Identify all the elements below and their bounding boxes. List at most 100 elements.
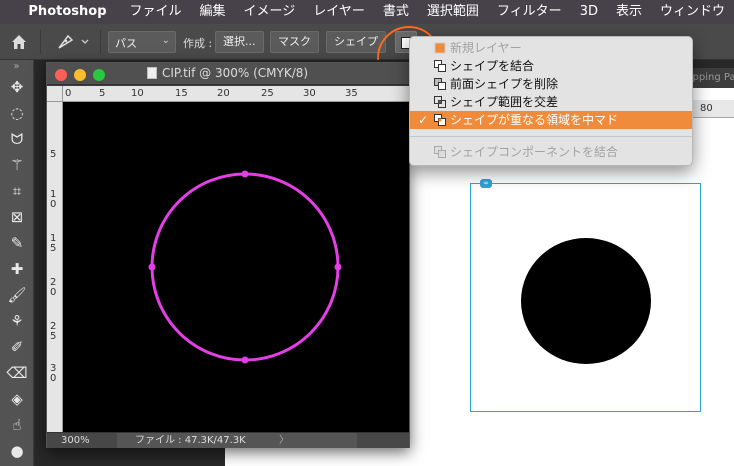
combine-shapes-icon: [434, 60, 446, 72]
menu-view[interactable]: 表示: [607, 0, 651, 24]
background-ruler-mark: 80: [700, 103, 713, 114]
ruler-tick-label: 15: [175, 88, 188, 99]
menu-item-label: シェイプコンポーネントを結合: [450, 145, 619, 159]
ruler-tick-label: 1 0: [50, 189, 57, 210]
menu-item-label: シェイプを結合: [450, 59, 535, 73]
shape-bounding-box[interactable]: ∞: [470, 179, 701, 412]
checkmark-icon: ✓: [418, 113, 429, 127]
subtract-shape-icon: [434, 78, 446, 90]
lasso-tool-icon[interactable]: ᗢ: [0, 126, 34, 152]
horizontal-ruler[interactable]: 0 5 10 15 20 25 30 35: [63, 86, 409, 102]
eyedropper-icon[interactable]: ✎: [0, 230, 34, 256]
filled-circle-shape: [521, 238, 651, 364]
zoom-level[interactable]: 300%: [61, 433, 90, 448]
menu-bar: Photoshop ファイル 編集 イメージ レイヤー 書式 選択範囲 フィルタ…: [0, 0, 734, 24]
tool-mode-select[interactable]: パス ⌄: [108, 31, 176, 53]
home-icon[interactable]: [10, 33, 28, 51]
document-titlebar[interactable]: CIP.tif @ 300% (CMYK/8): [47, 63, 409, 85]
file-size-info[interactable]: ファイル : 47.3K/47.3K: [117, 433, 357, 448]
magic-wand-icon[interactable]: ⚚: [0, 152, 34, 178]
menu-item-merge-shape-components[interactable]: シェイプコンポーネントを結合: [410, 143, 692, 161]
paint-bucket-icon[interactable]: ◈: [0, 386, 34, 412]
exclude-overlap-icon: [434, 114, 446, 126]
menu-item-exclude-overlapping[interactable]: ✓ シェイプが重なる領域を中マド: [410, 111, 692, 129]
smudge-tool-icon[interactable]: ☝: [0, 412, 34, 438]
anchor-point[interactable]: [148, 263, 156, 271]
zoom-window-button[interactable]: [93, 69, 105, 81]
ruler-tick-label: 5: [99, 88, 106, 99]
intersect-shapes-icon: [434, 96, 446, 108]
panel-grip-icon[interactable]: »: [0, 60, 33, 74]
ruler-tick-label: 3 0: [50, 363, 57, 384]
link-icon[interactable]: ∞: [480, 179, 492, 188]
new-layer-icon: [434, 42, 446, 54]
menu-item-new-layer[interactable]: 新規レイヤー: [410, 39, 692, 57]
circle-path[interactable]: [150, 172, 340, 362]
ruler-tick-label: 2 5: [50, 321, 57, 342]
menu-filter[interactable]: フィルター: [488, 0, 571, 24]
anchor-point[interactable]: [241, 170, 249, 178]
close-window-button[interactable]: [55, 69, 67, 81]
menu-select[interactable]: 選択範囲: [418, 0, 488, 24]
history-brush-icon[interactable]: ✐: [0, 334, 34, 360]
menu-3d[interactable]: 3D: [571, 0, 607, 24]
menu-separator: [410, 136, 692, 137]
ruler-tick-label: 30: [303, 88, 316, 99]
merge-components-icon: [434, 146, 446, 158]
menu-window[interactable]: ウィンドウ: [651, 0, 734, 24]
menu-edit[interactable]: 編集: [191, 0, 235, 24]
healing-brush-icon[interactable]: ✚: [0, 256, 34, 282]
path-operations-menu: 新規レイヤー シェイプを結合 前面シェイプを削除 シェイプ範囲を交差 ✓ シェイ…: [409, 36, 693, 166]
menu-app-name[interactable]: Photoshop: [24, 0, 120, 24]
menu-type[interactable]: 書式: [374, 0, 418, 24]
menu-item-intersect-shapes[interactable]: シェイプ範囲を交差: [410, 93, 692, 111]
document-title-text: CIP.tif @ 300% (CMYK/8): [162, 66, 309, 80]
ruler-tick-label: 20: [217, 88, 230, 99]
ruler-tick-label: 35: [345, 88, 358, 99]
make-selection-button[interactable]: 選択...: [215, 31, 264, 53]
ruler-tick-label: 10: [131, 88, 144, 99]
menu-file[interactable]: ファイル: [121, 0, 191, 24]
move-tool-icon[interactable]: ✥: [0, 74, 34, 100]
dodge-tool-icon[interactable]: ●: [0, 438, 34, 464]
ruler-tick-label: 5: [50, 149, 57, 160]
options-separator: [100, 30, 101, 54]
menu-image[interactable]: イメージ: [235, 0, 305, 24]
options-separator: [40, 30, 41, 54]
tools-panel: » ✥ ◌ ᗢ ⚚ ⌗ ⊠ ✎ ✚ 🖌 ⚘ ✐ ⌫ ◈ ☝ ●: [0, 60, 34, 466]
menu-item-label: シェイプが重なる領域を中マド: [450, 113, 619, 127]
menu-item-label: 前面シェイプを削除: [450, 77, 559, 91]
menu-item-label: 新規レイヤー: [450, 41, 522, 55]
minimize-window-button[interactable]: [74, 69, 86, 81]
menu-item-subtract-front-shape[interactable]: 前面シェイプを削除: [410, 75, 692, 93]
marquee-tool-icon[interactable]: ◌: [0, 100, 34, 126]
ruler-tick-label: 25: [261, 88, 274, 99]
eraser-icon[interactable]: ⌫: [0, 360, 34, 386]
path-overlay: [148, 170, 342, 364]
document-title: CIP.tif @ 300% (CMYK/8): [147, 66, 308, 80]
anchor-point[interactable]: [334, 263, 342, 271]
document-canvas[interactable]: [63, 102, 409, 432]
make-mask-button[interactable]: マスク: [270, 31, 319, 53]
anchor-point[interactable]: [241, 356, 249, 364]
ruler-origin[interactable]: [47, 86, 63, 102]
status-menu-arrow-icon[interactable]: 〉: [279, 433, 289, 448]
menu-item-combine-shapes[interactable]: シェイプを結合: [410, 57, 692, 75]
file-icon: [147, 67, 157, 79]
crop-tool-icon[interactable]: ⌗: [0, 178, 34, 204]
menu-layer[interactable]: レイヤー: [304, 0, 374, 24]
clone-stamp-icon[interactable]: ⚘: [0, 308, 34, 334]
tool-mode-value: パス: [115, 37, 137, 50]
pen-tool-icon: [58, 34, 89, 49]
menu-item-label: シェイプ範囲を交差: [450, 95, 559, 109]
ruler-tick-label: 2 0: [50, 277, 57, 298]
ruler-tick-label: 1 5: [50, 233, 57, 254]
create-label: 作成 :: [183, 37, 213, 50]
brush-tool-icon[interactable]: 🖌: [0, 282, 34, 308]
pen-tool-preset-picker[interactable]: [56, 32, 96, 52]
document-status-bar: 300% ファイル : 47.3K/47.3K 〉: [47, 432, 409, 448]
document-window: CIP.tif @ 300% (CMYK/8) 0 5 10 15 20 25 …: [46, 62, 410, 448]
ruler-tick-label: 0: [65, 88, 72, 99]
vertical-ruler[interactable]: 5 1 0 1 5 2 0 2 5 3 0: [47, 102, 63, 432]
frame-tool-icon[interactable]: ⊠: [0, 204, 34, 230]
